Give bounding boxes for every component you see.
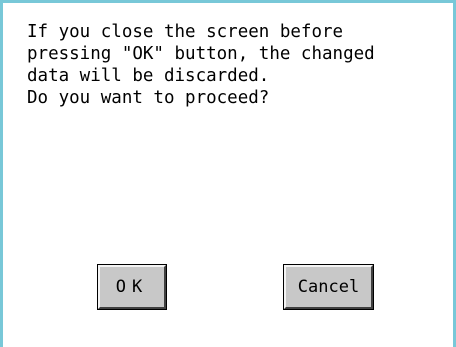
message-line-3: data will be discarded. (27, 66, 270, 86)
cancel-button[interactable]: Cancel (283, 264, 374, 310)
message-line-4: Do you want to proceed? (27, 88, 270, 108)
dialog-message: If you close the screen before pressing "… (27, 21, 447, 109)
message-line-2: pressing "OK" button, the changed (27, 44, 375, 64)
confirm-discard-dialog: If you close the screen before pressing "… (0, 0, 456, 347)
ok-button[interactable]: OK (97, 264, 167, 310)
message-line-1: If you close the screen before (27, 22, 344, 42)
